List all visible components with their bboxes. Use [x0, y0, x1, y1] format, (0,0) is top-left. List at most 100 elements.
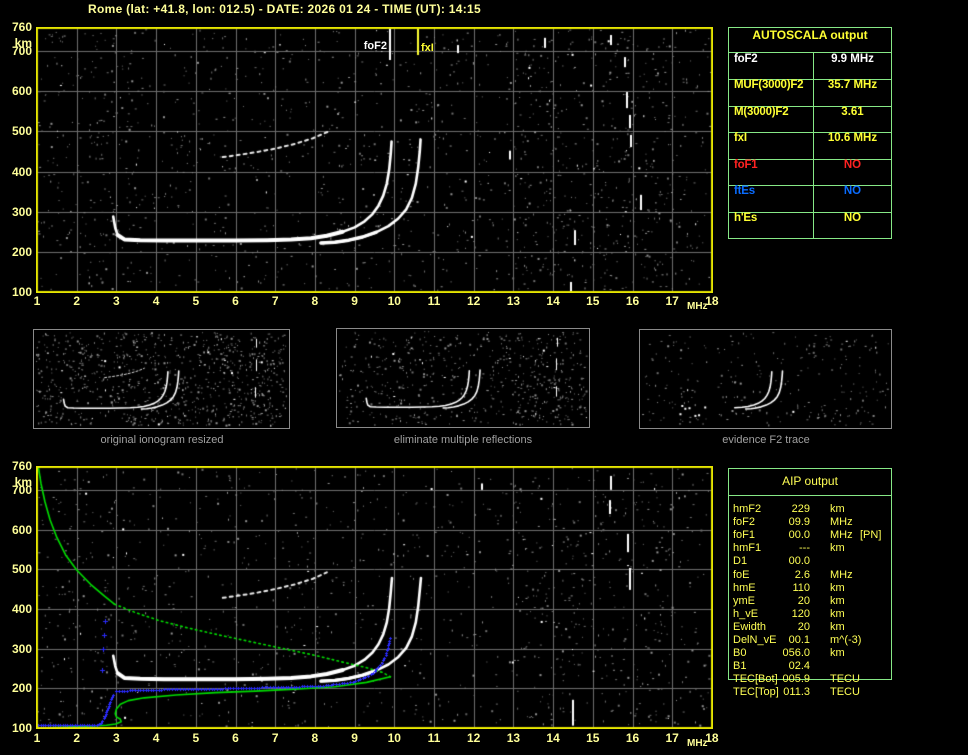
autoscala-row-label: fxI [734, 132, 747, 144]
x-tick-label: 15 [586, 295, 599, 307]
autoscala-row-label: foF1 [734, 159, 757, 171]
thumbnail-caption-eliminate: eliminate multiple reflections [394, 434, 532, 446]
autoscala-output-table: AUTOSCALA output foF2 9.9 MHz MUF(3000)F2 3… [728, 27, 892, 239]
autoscala-row-value: 10.6 MHz [814, 132, 891, 144]
aip-row-unit: km [830, 542, 845, 554]
x-tick-label: 14 [546, 295, 559, 307]
x-tick-label: 5 [192, 732, 199, 744]
y-tick-label: 200 [2, 246, 32, 258]
y-tick-label: 500 [2, 125, 32, 137]
x-tick-label: 4 [153, 732, 160, 744]
x-tick-label: 10 [388, 295, 401, 307]
x-axis-unit-label: MHz [687, 738, 708, 749]
x-tick-label: 9 [351, 295, 358, 307]
y-axis-unit-label: km [2, 475, 32, 489]
aip-table-header-line [729, 495, 891, 496]
aip-row-unit: km [830, 608, 845, 620]
autoscala-row-value: 35.7 MHz [814, 79, 891, 91]
autoscala-table-title: AUTOSCALA output [729, 28, 891, 53]
x-tick-label: 16 [626, 295, 639, 307]
aip-row-unit: m^(-3) [830, 634, 861, 646]
x-tick-label: 3 [113, 732, 120, 744]
y-tick-label: 600 [2, 85, 32, 97]
x-tick-label: 13 [507, 732, 520, 744]
y-tick-label: 500 [2, 563, 32, 575]
aip-row-value: 120 [758, 608, 810, 620]
aip-row-unit: km [830, 647, 845, 659]
aip-row-label: foF2 [733, 516, 755, 528]
autoscala-row-value: 9.9 MHz [814, 53, 891, 65]
x-axis-unit-label: MHz [687, 301, 708, 312]
x-tick-label: 1 [34, 295, 41, 307]
autoscala-row-label: foF2 [734, 53, 757, 65]
aip-row-label: hmF1 [733, 542, 761, 554]
aip-row-label: B1 [733, 660, 746, 672]
x-tick-label: 16 [626, 732, 639, 744]
aip-row-value: 20 [758, 595, 810, 607]
aip-row-value: 02.4 [758, 660, 810, 672]
aip-row-label: B0 [733, 647, 746, 659]
aip-output-table: AIP output [728, 468, 892, 680]
aip-row-value: 2.6 [758, 569, 810, 581]
aip-table-title: AIP output [729, 474, 891, 488]
y-tick-label: 300 [2, 643, 32, 655]
autoscala-row-value: NO [814, 159, 891, 171]
station-date-time-title: Rome (lat: +41.8, lon: 012.5) - DATE: 20… [88, 2, 481, 16]
x-tick-label: 6 [232, 295, 239, 307]
aip-row-value: 056.0 [758, 647, 810, 659]
x-tick-label: 17 [666, 295, 679, 307]
x-tick-label: 11 [428, 295, 441, 307]
aip-row-label: hmE [733, 582, 756, 594]
aip-row-label: ymE [733, 595, 755, 607]
y-tick-label: 400 [2, 603, 32, 615]
aip-row-value: 20 [758, 621, 810, 633]
aip-row-unit: km [830, 582, 845, 594]
aip-row-label: h_vE [733, 608, 758, 620]
aip-row-unit: km [830, 503, 845, 515]
aip-row-unit: MHz [830, 529, 853, 541]
aip-row-label: hmF2 [733, 503, 761, 515]
thumbnail-original-ionogram [33, 329, 290, 429]
aip-row-value: 229 [758, 503, 810, 515]
autoscala-row-value: NO [814, 212, 891, 224]
autoscala-row-label: MUF(3000)F2 [734, 79, 803, 91]
aip-row-value: --- [758, 542, 810, 554]
x-tick-label: 12 [467, 732, 480, 744]
top-ionogram-canvas [36, 27, 713, 293]
aip-row-label: foE [733, 569, 750, 581]
aip-row-unit: MHz [830, 569, 853, 581]
x-tick-label: 8 [312, 295, 319, 307]
aip-row-value: 00.0 [758, 555, 810, 567]
thumbnail-caption-original: original ionogram resized [101, 434, 224, 446]
foF2-marker-label: foF2 [364, 40, 387, 52]
x-tick-label: 2 [73, 295, 80, 307]
aip-row-unit: MHz [830, 516, 853, 528]
aip-row-value: 09.9 [758, 516, 810, 528]
y-tick-label: 400 [2, 166, 32, 178]
x-tick-label: 7 [272, 732, 279, 744]
aip-row-unit: TECU [830, 673, 860, 685]
autoscala-row-label: h'Es [734, 212, 757, 224]
autoscala-row-MUF(3000)F2: MUF(3000)F2 35.7 MHz [729, 79, 891, 105]
x-tick-label: 9 [351, 732, 358, 744]
x-tick-label: 12 [467, 295, 480, 307]
bottom-ionogram-canvas [36, 466, 713, 729]
y-tick-label: 100 [2, 722, 32, 734]
aip-row-value: 00.0 [758, 529, 810, 541]
autoscala-row-M(3000)F2: M(3000)F23.61 [729, 106, 891, 132]
x-tick-label: 14 [546, 732, 559, 744]
autoscala-row-fxI: fxI 10.6 MHz [729, 132, 891, 158]
y-tick-label: 600 [2, 524, 32, 536]
autoscala-row-ftEs: ftEsNO [729, 185, 891, 211]
y-tick-label: 760 [2, 460, 32, 472]
autoscala-row-value: NO [814, 185, 891, 197]
y-axis-unit-label: km [2, 36, 32, 50]
autoscala-window: Rome (lat: +41.8, lon: 012.5) - DATE: 20… [0, 0, 968, 755]
aip-row-label: foF1 [733, 529, 755, 541]
x-tick-label: 5 [192, 295, 199, 307]
aip-row-unit: TECU [830, 686, 860, 698]
aip-row-value: 110 [758, 582, 810, 594]
aip-row-unit: km [830, 621, 845, 633]
autoscala-row-foF2: foF2 9.9 MHz [729, 53, 891, 79]
x-tick-label: 7 [272, 295, 279, 307]
